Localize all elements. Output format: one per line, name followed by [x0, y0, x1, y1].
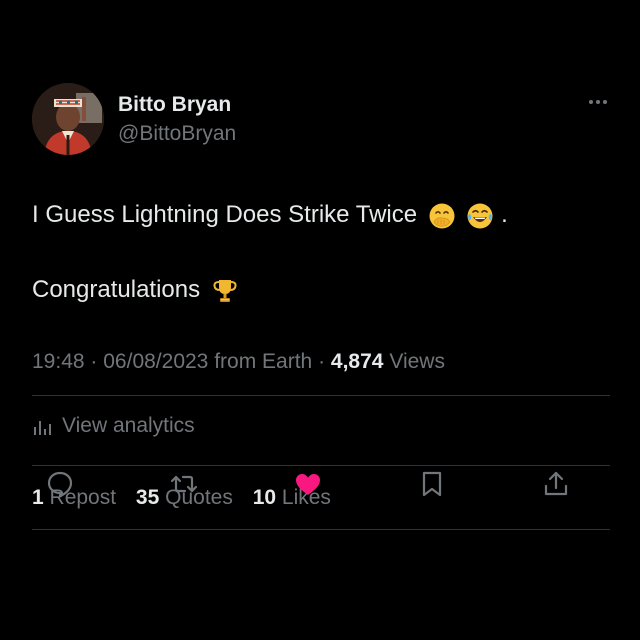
tweet-text-main: I Guess Lightning Does Strike Twice	[32, 201, 418, 228]
share-icon	[544, 471, 568, 496]
repost-button[interactable]	[168, 468, 200, 500]
bookmark-button[interactable]	[416, 468, 448, 500]
tweet-time[interactable]: 19:48	[32, 350, 85, 373]
avatar[interactable]	[32, 83, 104, 155]
tweet-header: Bitto Bryan @BittoBryan	[32, 82, 610, 156]
tweet-actions-bar	[44, 468, 572, 500]
repost-icon	[170, 475, 198, 493]
view-analytics-label: View analytics	[62, 414, 195, 437]
bar-chart-icon	[34, 421, 51, 435]
tweet-source: from Earth	[214, 350, 313, 373]
author-names: Bitto Bryan @BittoBryan	[118, 92, 236, 147]
like-icon	[296, 474, 320, 495]
tweet-text-line-1: I Guess Lightning Does Strike Twice .	[32, 200, 508, 230]
avatar-image	[32, 83, 104, 155]
views-label: Views	[389, 350, 445, 373]
face-with-hand-over-mouth-icon	[428, 202, 456, 230]
tweet-meta: 19:48 · 06/08/2023 from Earth · 4,874 Vi…	[32, 350, 445, 374]
share-button[interactable]	[540, 468, 572, 500]
tweet-text-line-2: Congratulations	[32, 275, 239, 305]
reposts-count: 1	[32, 486, 44, 509]
author-handle[interactable]: @BittoBryan	[118, 121, 236, 147]
view-analytics-link[interactable]: View analytics	[32, 414, 195, 438]
tweet-date[interactable]: 06/08/2023	[103, 350, 208, 373]
reply-button[interactable]	[44, 468, 76, 500]
author-display-name[interactable]: Bitto Bryan	[118, 92, 236, 118]
divider	[32, 465, 610, 466]
divider	[32, 395, 610, 396]
meta-separator: ·	[90, 350, 98, 373]
more-options-icon[interactable]	[586, 92, 610, 112]
tweet-text-suffix: .	[501, 201, 508, 228]
bookmark-icon	[422, 471, 442, 497]
face-with-tears-of-joy-icon	[466, 202, 494, 230]
like-button[interactable]	[292, 468, 324, 500]
meta-separator: ·	[318, 350, 326, 373]
trophy-icon	[211, 277, 239, 305]
tweet: Bitto Bryan @BittoBryan I Guess Lightnin…	[32, 82, 610, 530]
views-count: 4,874	[330, 350, 384, 373]
divider	[32, 529, 610, 530]
tweet-text-congrats: Congratulations	[32, 276, 201, 303]
reply-icon	[47, 471, 73, 498]
